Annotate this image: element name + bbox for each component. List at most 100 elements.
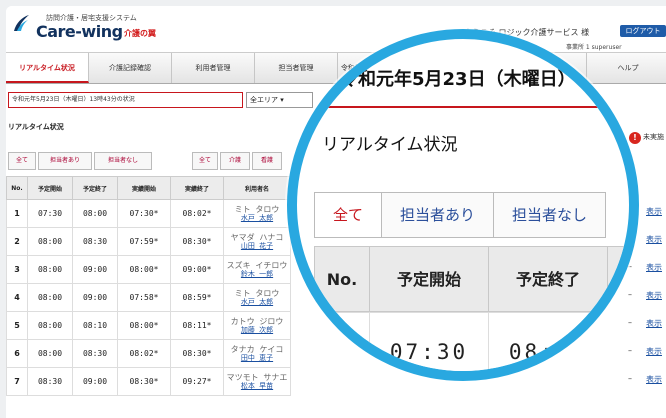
cell-actual-start: 08:00* — [117, 255, 171, 284]
status-datetime: 令和元年5月23日（木曜日）13時43分の状況 — [8, 92, 243, 108]
zoom-nav-underline — [297, 106, 629, 108]
cell-row-no: 1 — [6, 199, 28, 228]
client-kana: ミト タロウ — [234, 288, 280, 298]
cell-planned-start: 08:00 — [27, 283, 73, 312]
client-name-link[interactable]: 松本 早苗 — [224, 382, 290, 391]
zoom-magnifier: 令和元年5月23日（木曜日） リアルタイム状況 全て 担当者あり 担当者なし N… — [287, 29, 639, 381]
client-name-link[interactable]: 田中 恵子 — [224, 354, 290, 363]
cell-client: タナカ ケイコ 田中 恵子 — [223, 339, 291, 368]
client-kana: カトウ ジロウ — [230, 316, 284, 326]
zoom-filter-row: 全て 担当者あり 担当者なし — [314, 192, 607, 238]
detail-link[interactable]: 表示 — [646, 234, 662, 245]
warning-label: 未実施 — [643, 133, 664, 141]
filter-unassigned-button[interactable]: 担当者なし — [94, 152, 152, 170]
cell-actual-start: 07:58* — [117, 283, 171, 312]
table-row: 6 08:00 08:30 08:02* 08:30* タナカ ケイコ 田中 恵子 — [6, 339, 291, 368]
cell-planned-start: 08:00 — [27, 311, 73, 340]
cell-actual-end: 09:27* — [170, 367, 224, 396]
cell-row-no: 6 — [6, 339, 28, 368]
cell-row-no: 3 — [6, 255, 28, 284]
col-actual-end: 実績終了 — [170, 176, 224, 200]
client-name-link[interactable]: 鈴木 一郎 — [224, 270, 290, 279]
zoom-page-title: リアルタイム状況 — [322, 135, 458, 155]
zoom-cell-no — [314, 312, 370, 371]
client-name-link[interactable]: 山田 花子 — [224, 242, 290, 251]
cell-planned-end: 09:00 — [72, 283, 118, 312]
detail-link[interactable]: 表示 — [646, 346, 662, 357]
cell-row-no: 7 — [6, 367, 28, 396]
table-header-row: No. 予定開始 予定終了 実績開始 実績終了 利用者名 — [6, 176, 291, 200]
col-no: No. — [6, 176, 28, 200]
zoom-cell-planned-start: 07:30 — [369, 312, 489, 371]
cell-planned-start: 08:00 — [27, 227, 73, 256]
table-row: 7 08:30 09:00 08:30* 09:27* マツモト サナエ 松本 早苗 — [6, 367, 291, 396]
client-kana: マツモト サナエ — [226, 372, 288, 382]
cell-planned-end: 08:00 — [72, 199, 118, 228]
cell-planned-start: 08:30 — [27, 367, 73, 396]
client-kana: タナカ ケイコ — [230, 344, 284, 354]
cell-planned-end: 09:00 — [72, 255, 118, 284]
logout-button[interactable]: ログアウト — [620, 25, 666, 37]
filter-care-button[interactable]: 介護 — [220, 152, 250, 170]
cell-actual-start: 07:30* — [117, 199, 171, 228]
detail-link[interactable]: 表示 — [646, 206, 662, 217]
cell-actual-end: 09:00* — [170, 255, 224, 284]
table-row: 3 08:00 09:00 08:00* 09:00* スズキ イチロウ 鈴木 一郎 — [6, 255, 291, 284]
filter-assigned-button[interactable]: 担当者あり — [38, 152, 92, 170]
col-client-name: 利用者名 — [223, 176, 291, 200]
detail-link[interactable]: 表示 — [646, 374, 662, 385]
page-title: リアルタイム状況 — [8, 123, 64, 131]
col-planned-start: 予定開始 — [27, 176, 73, 200]
warning-icon: ! — [629, 132, 641, 144]
cell-planned-end: 09:00 — [72, 367, 118, 396]
zoom-filter-assigned[interactable]: 担当者あり — [381, 192, 495, 238]
app-subname: 介護の翼 — [124, 29, 156, 38]
detail-link[interactable]: 表示 — [646, 262, 662, 273]
zoom-col-no: No. — [314, 246, 370, 312]
filter2-all-button[interactable]: 全て — [192, 152, 218, 170]
filter-all-button[interactable]: 全て — [8, 152, 36, 170]
zoom-col-planned-end: 予定終了 — [488, 246, 608, 312]
client-kana: スズキ イチロウ — [226, 260, 288, 270]
detail-link[interactable]: 表示 — [646, 318, 662, 329]
zoom-filter-unassigned[interactable]: 担当者なし — [493, 192, 607, 238]
cell-actual-end: 08:30* — [170, 227, 224, 256]
cell-actual-end: 08:30* — [170, 339, 224, 368]
col-actual-start: 実績開始 — [117, 176, 171, 200]
table-row: 4 08:00 09:00 07:58* 08:59* ミト タロウ 水戸 太郎 — [6, 283, 291, 312]
app-name: Care-wing — [36, 22, 123, 41]
cell-client: マツモト サナエ 松本 早苗 — [223, 367, 291, 396]
cell-planned-end: 08:30 — [72, 227, 118, 256]
client-name-link[interactable]: 加藤 次郎 — [224, 326, 290, 335]
cell-planned-end: 08:30 — [72, 339, 118, 368]
wing-logo-icon — [14, 15, 29, 31]
client-name-link[interactable]: 水戸 太郎 — [224, 214, 290, 223]
detail-link[interactable]: 表示 — [646, 290, 662, 301]
cell-row-no: 2 — [6, 227, 28, 256]
cell-planned-end: 08:10 — [72, 311, 118, 340]
cell-actual-end: 08:59* — [170, 283, 224, 312]
app-header: 訪問介護・居宅支援システム Care-wing 介護の翼 ようこそ ロジック介護… — [6, 6, 666, 51]
cell-client: カトウ ジロウ 加藤 次郎 — [223, 311, 291, 340]
cell-row-no: 4 — [6, 283, 28, 312]
cell-actual-start: 08:02* — [117, 339, 171, 368]
client-name-link[interactable]: 水戸 太郎 — [224, 298, 290, 307]
table-row: 5 08:00 08:10 08:00* 08:11* カトウ ジロウ 加藤 次郎 — [6, 311, 291, 340]
nav-tab-1[interactable]: 介護記録確認 — [89, 53, 172, 83]
cell-client: スズキ イチロウ 鈴木 一郎 — [223, 255, 291, 284]
cell-actual-end: 08:11* — [170, 311, 224, 340]
filter-nursing-button[interactable]: 看護 — [252, 152, 282, 170]
cell-actual-end: 08:02* — [170, 199, 224, 228]
nav-tab-0[interactable]: リアルタイム状況 — [6, 53, 89, 83]
cell-planned-start: 07:30 — [27, 199, 73, 228]
nav-tab-2[interactable]: 利用者管理 — [172, 53, 255, 83]
table-row: 1 07:30 08:00 07:30* 08:02* ミト タロウ 水戸 太郎 — [6, 199, 291, 228]
cell-planned-start: 08:00 — [27, 339, 73, 368]
zoom-col-planned-start: 予定開始 — [369, 246, 489, 312]
client-kana: ヤマダ ハナコ — [230, 232, 284, 242]
schedule-table: No. 予定開始 予定終了 実績開始 実績終了 利用者名 1 07:30 08:00… — [6, 176, 291, 396]
client-kana: ミト タロウ — [234, 204, 280, 214]
cell-client: ミト タロウ 水戸 太郎 — [223, 283, 291, 312]
cell-row-no: 5 — [6, 311, 28, 340]
zoom-filter-all[interactable]: 全て — [314, 192, 383, 238]
